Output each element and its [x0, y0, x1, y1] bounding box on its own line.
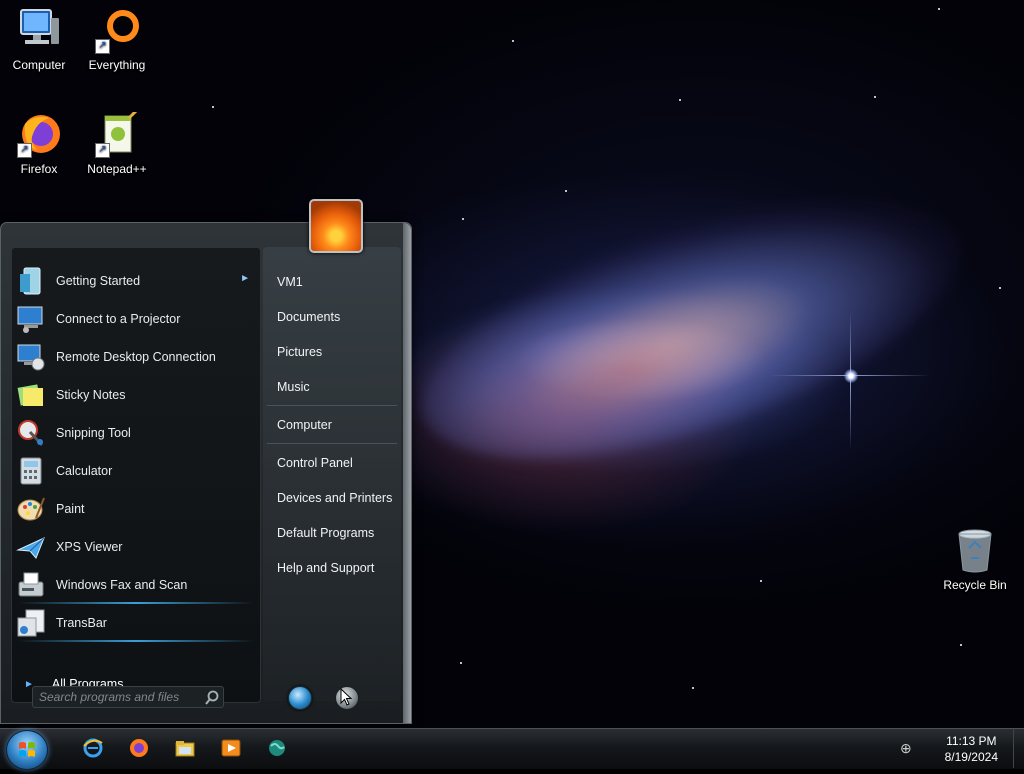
program-item-calculator[interactable]: Calculator [16, 454, 256, 488]
program-item-snipping-tool[interactable]: Snipping Tool [16, 416, 256, 450]
start-menu-programs-pane: Getting Started ► Connect to a Projector… [11, 247, 261, 703]
program-item-paint[interactable]: Paint [16, 492, 256, 526]
shutdown-button[interactable] [288, 686, 312, 710]
search-icon[interactable] [204, 690, 220, 706]
clock-date: 8/19/2024 [944, 750, 998, 764]
sticky-notes-icon [16, 380, 46, 410]
tray-add-icon[interactable]: ⊕ [900, 740, 912, 757]
internet-explorer-icon[interactable] [82, 737, 104, 759]
desktop-icon-label: Everything [88, 58, 146, 72]
taskbar [0, 728, 1024, 769]
recent-separator [18, 602, 254, 604]
all-programs-separator [18, 640, 254, 642]
star [212, 106, 214, 108]
program-item-fax-scan[interactable]: Windows Fax and Scan [16, 568, 256, 602]
star [960, 644, 962, 646]
program-item-label: Calculator [56, 464, 113, 478]
program-item-label: TransBar [56, 616, 107, 630]
place-documents[interactable]: Documents [277, 306, 340, 328]
desktop-icon-label: Recycle Bin [943, 578, 1007, 592]
desktop-icon-recycle-bin[interactable]: Recycle Bin [936, 528, 1014, 592]
place-user-folder[interactable]: VM1 [277, 271, 303, 293]
shortcut-arrow-icon: ↗ [95, 143, 110, 158]
program-item-label: Remote Desktop Connection [56, 350, 216, 364]
place-music[interactable]: Music [277, 376, 310, 398]
projector-icon [16, 304, 46, 334]
desktop-icon-label: Computer [12, 58, 66, 72]
windows-logo-icon [19, 742, 35, 757]
shortcut-arrow-icon: ↗ [95, 39, 110, 54]
start-button[interactable] [6, 730, 48, 770]
notepad-plus-plus-icon: ↗ [93, 108, 141, 158]
paint-icon [16, 494, 46, 524]
place-devices-printers[interactable]: Devices and Printers [277, 487, 392, 509]
clock-time: 11:13 PM [946, 734, 997, 748]
network-globe-icon[interactable] [266, 737, 288, 759]
program-item-label: Sticky Notes [56, 388, 126, 402]
file-explorer-icon[interactable] [174, 737, 196, 759]
taskbar-clock[interactable]: 11:13 PM 8/19/2024 [945, 733, 998, 765]
firefox-icon: ↗ [15, 112, 63, 158]
program-item-label: Paint [56, 502, 85, 516]
start-menu-frame [403, 223, 411, 723]
user-account-picture[interactable] [309, 199, 363, 253]
fax-scan-icon [16, 570, 46, 600]
star [565, 190, 567, 192]
star [462, 218, 464, 220]
show-desktop-button[interactable] [1013, 729, 1024, 768]
desktop-icon-computer[interactable]: Computer [0, 8, 78, 72]
remote-desktop-icon [16, 342, 46, 372]
places-separator [267, 443, 397, 444]
computer-icon [15, 8, 63, 54]
program-item-transbar[interactable]: TransBar [16, 606, 256, 640]
program-item-getting-started[interactable]: Getting Started ► [16, 264, 256, 298]
snipping-tool-icon [16, 418, 46, 448]
desktop-icon-everything[interactable]: ↗ Everything [78, 8, 156, 72]
program-item-label: XPS Viewer [56, 540, 123, 554]
submenu-arrow-icon[interactable]: ► [240, 273, 250, 284]
transbar-icon [16, 608, 46, 638]
place-control-panel[interactable]: Control Panel [277, 452, 353, 474]
mouse-cursor-icon [340, 687, 353, 711]
recycle-bin-icon [951, 528, 999, 574]
media-player-icon[interactable] [220, 737, 242, 759]
search-input[interactable] [32, 686, 224, 708]
shortcut-arrow-icon: ↗ [17, 143, 32, 158]
start-menu: Getting Started ► Connect to a Projector… [0, 222, 412, 724]
program-item-label: Connect to a Projector [56, 312, 181, 326]
desktop-icon-notepadpp[interactable]: ↗ Notepad++ [78, 108, 156, 176]
program-item-connect-projector[interactable]: Connect to a Projector [16, 302, 256, 336]
program-item-label: Getting Started [56, 274, 141, 288]
everything-search-icon: ↗ [93, 8, 141, 54]
desktop-icon-firefox[interactable]: ↗ Firefox [0, 112, 78, 176]
start-menu-places-pane: VM1 Documents Pictures Music Computer Co… [263, 247, 401, 701]
program-item-label: Snipping Tool [56, 426, 131, 440]
bright-star [844, 369, 858, 383]
calculator-icon [16, 456, 46, 486]
place-pictures[interactable]: Pictures [277, 341, 322, 363]
place-computer[interactable]: Computer [277, 414, 332, 436]
places-separator [267, 405, 397, 406]
desktop-icon-label: Notepad++ [87, 162, 147, 176]
star [999, 287, 1001, 289]
star [679, 99, 681, 101]
star [692, 687, 694, 689]
star [460, 662, 462, 664]
place-default-programs[interactable]: Default Programs [277, 522, 374, 544]
getting-started-icon [16, 266, 46, 296]
program-item-label: Windows Fax and Scan [56, 578, 188, 592]
program-item-xps-viewer[interactable]: XPS Viewer [16, 530, 256, 564]
xps-viewer-icon [16, 532, 46, 562]
star [760, 580, 762, 582]
program-item-sticky-notes[interactable]: Sticky Notes [16, 378, 256, 412]
star [938, 8, 940, 10]
place-help-support[interactable]: Help and Support [277, 557, 374, 579]
program-item-remote-desktop[interactable]: Remote Desktop Connection [16, 340, 256, 374]
firefox-icon[interactable] [128, 737, 150, 759]
star [512, 40, 514, 42]
star [874, 96, 876, 98]
desktop-icon-label: Firefox [20, 162, 58, 176]
